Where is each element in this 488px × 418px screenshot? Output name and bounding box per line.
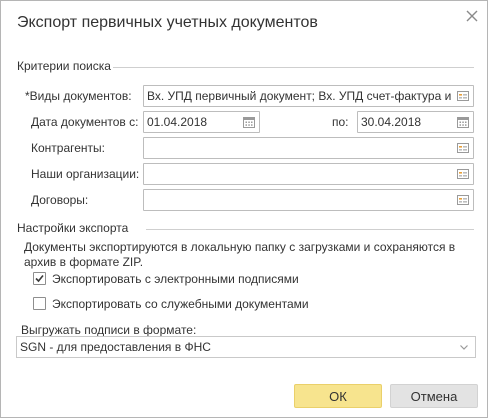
export-info-text: Документы экспортируются в локальную пап…	[24, 240, 456, 269]
close-icon[interactable]	[462, 6, 482, 26]
format-label: Выгружать подписи в формате:	[21, 323, 197, 337]
contracts-field[interactable]	[143, 189, 474, 211]
doc-types-label: *Виды документов:	[25, 89, 132, 103]
date-to-field[interactable]: 30.04.2018	[357, 111, 474, 133]
with-service-docs-checkbox[interactable]	[33, 297, 46, 310]
checkmark-icon	[35, 274, 44, 283]
contracts-label: Договоры:	[31, 193, 89, 207]
date-to-value: 30.04.2018	[361, 115, 422, 129]
signature-format-value: SGN - для предоставления в ФНС	[20, 340, 211, 354]
with-signatures-checkbox[interactable]	[33, 272, 46, 285]
export-section-divider	[146, 229, 474, 230]
export-dialog: Экспорт первичных учетных документов Кри…	[0, 0, 488, 418]
counterparties-field[interactable]	[143, 137, 474, 159]
ok-button[interactable]: ОК	[294, 384, 382, 408]
list-picker-icon[interactable]	[456, 193, 470, 207]
with-signatures-label: Экспортировать с электронными подписями	[52, 272, 299, 286]
chevron-down-icon	[460, 345, 468, 350]
dialog-title: Экспорт первичных учетных документов	[17, 14, 318, 31]
cancel-button[interactable]: Отмена	[390, 384, 478, 408]
date-from-field[interactable]: 01.04.2018	[143, 111, 260, 133]
counterparties-label: Контрагенты:	[31, 141, 106, 155]
search-section-divider	[113, 67, 474, 68]
with-signatures-option[interactable]: Экспортировать с электронными подписями	[33, 271, 333, 287]
list-picker-icon[interactable]	[456, 167, 470, 181]
list-picker-icon[interactable]	[456, 89, 470, 103]
with-service-docs-option[interactable]: Экспортировать со служебными документами	[33, 296, 333, 312]
date-from-label: Дата документов с:	[31, 115, 139, 129]
search-section-title: Критерии поиска	[17, 59, 111, 73]
calendar-icon[interactable]	[242, 115, 256, 129]
list-picker-icon[interactable]	[456, 141, 470, 155]
organizations-field[interactable]	[143, 163, 474, 185]
signature-format-select[interactable]: SGN - для предоставления в ФНС	[16, 336, 476, 358]
organizations-label: Наши организации:	[31, 167, 140, 181]
doc-types-value: Вх. УПД первичный документ; Вх. УПД счет…	[147, 89, 451, 103]
doc-types-field[interactable]: Вх. УПД первичный документ; Вх. УПД счет…	[143, 85, 474, 107]
date-from-value: 01.04.2018	[147, 115, 208, 129]
date-to-label: по:	[332, 115, 349, 129]
with-service-docs-label: Экспортировать со служебными документами	[52, 297, 309, 311]
export-section-title: Настройки экспорта	[17, 221, 129, 235]
calendar-icon[interactable]	[456, 115, 470, 129]
